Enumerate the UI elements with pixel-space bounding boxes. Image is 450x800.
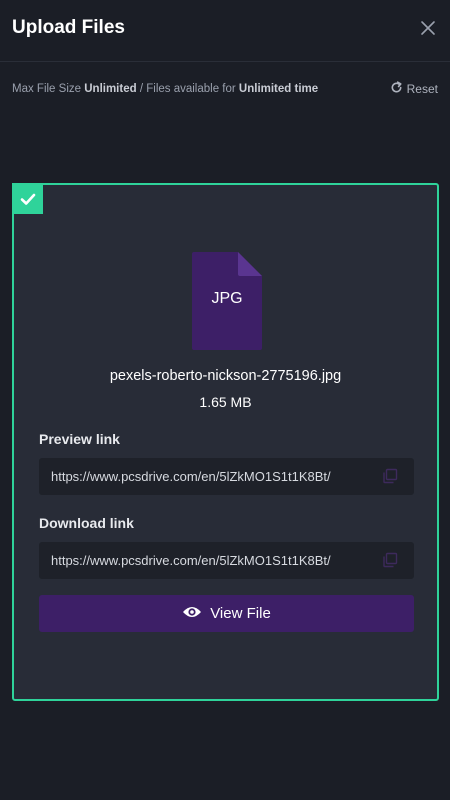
download-link-input[interactable] bbox=[51, 542, 371, 579]
preview-link-label: Preview link bbox=[39, 431, 120, 447]
view-file-button[interactable]: View File bbox=[39, 595, 414, 632]
info-separator: / bbox=[139, 83, 144, 95]
checkmark-icon bbox=[12, 183, 43, 214]
download-link-label: Download link bbox=[39, 515, 134, 531]
availability-value: Unlimited time bbox=[238, 83, 319, 95]
uploaded-file-card: JPG pexels-roberto-nickson-2775196.jpg 1… bbox=[12, 183, 439, 701]
eye-icon bbox=[182, 605, 202, 623]
file-name: pexels-roberto-nickson-2775196.jpg bbox=[109, 368, 342, 384]
upload-limits: Max File Size Unlimited / Files availabl… bbox=[12, 83, 318, 95]
copy-icon[interactable] bbox=[382, 552, 398, 568]
file-size: 1.65 MB bbox=[199, 394, 252, 410]
modal-header: Upload Files bbox=[0, 0, 450, 62]
max-file-size-value: Unlimited bbox=[84, 83, 137, 95]
preview-link-field bbox=[39, 458, 414, 495]
reset-button[interactable]: Reset bbox=[390, 81, 438, 97]
reset-label: Reset bbox=[406, 82, 438, 96]
file-type-icon: JPG bbox=[192, 252, 262, 350]
download-link-field bbox=[39, 542, 414, 579]
copy-icon[interactable] bbox=[382, 468, 398, 484]
close-icon[interactable] bbox=[420, 20, 436, 36]
view-file-label: View File bbox=[210, 605, 271, 622]
availability-label: Files available for bbox=[146, 83, 236, 95]
upload-info: Max File Size Unlimited / Files availabl… bbox=[12, 81, 438, 99]
reset-icon bbox=[390, 81, 403, 97]
file-type-label: JPG bbox=[211, 290, 243, 307]
preview-link-input[interactable] bbox=[51, 458, 371, 495]
page-title: Upload Files bbox=[12, 17, 125, 38]
max-file-size-label: Max File Size bbox=[12, 83, 82, 95]
